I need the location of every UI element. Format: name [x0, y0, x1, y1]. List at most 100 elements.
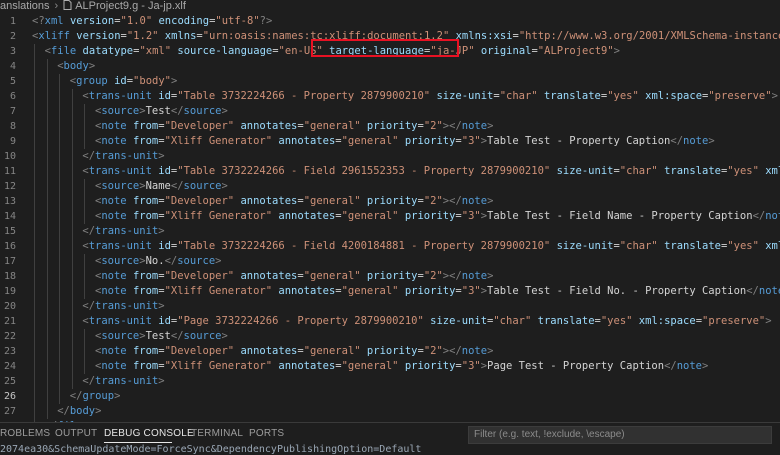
code-token: id	[158, 315, 171, 327]
code-line[interactable]: 16 <trans-unit id="Table 3732224266 - Fie…	[0, 239, 780, 254]
code-token: xmlns:xsi	[455, 30, 513, 42]
code-token: note	[101, 120, 127, 132]
code-token: from	[132, 270, 159, 282]
code-token: </	[170, 105, 184, 117]
code-token: >	[114, 390, 121, 402]
indent-guide	[46, 209, 48, 224]
code-line[interactable]: 5 <group id="body">	[0, 74, 780, 89]
indent-guide	[34, 374, 35, 389]
code-line[interactable]: 27 </body>	[0, 404, 780, 419]
code-token: group	[76, 75, 108, 87]
code-token: "Table 3732224266 - Field 4200184881 - P…	[177, 240, 551, 252]
code-line[interactable]: 13 <note from="Developer" annotates="gene…	[0, 194, 780, 209]
indent-guide	[59, 299, 61, 314]
code-line[interactable]: 12 <source>Name</source>	[0, 179, 780, 194]
line-number: 14	[3, 211, 16, 222]
code-text: <group id="body">	[70, 74, 178, 89]
code-token: trans-unit	[88, 165, 152, 177]
indent-guide	[34, 44, 35, 59]
line-number: 19	[3, 286, 16, 297]
indent-guide	[34, 104, 35, 119]
code-text: <body>	[57, 59, 95, 74]
indent-guide	[46, 359, 48, 374]
console-output: 2074ea30&SchemaUpdateMode=ForceSync&Depe…	[0, 444, 422, 455]
tab-terminal[interactable]: TERMINAL	[191, 428, 243, 439]
code-text: <source>Test</source>	[95, 104, 228, 119]
line-number: 13	[3, 196, 16, 207]
code-line[interactable]: 17 <source>No.</source>	[0, 254, 780, 269]
code-token: "2"	[423, 270, 443, 282]
line-number: 4	[9, 61, 16, 72]
indent-guide	[59, 179, 61, 194]
indent-guide	[46, 269, 48, 284]
indent-guide	[59, 104, 61, 119]
code-editor[interactable]: 1 <?xml version="1.0" encoding="utf-8"?> 2…	[0, 14, 780, 422]
code-line[interactable]: 4 <body>	[0, 59, 780, 74]
code-token: <?	[32, 15, 45, 27]
code-token: "preserve"	[708, 90, 772, 102]
indent-guide	[59, 134, 61, 149]
code-line[interactable]: 19 <note from="Xliff Generator" annotates…	[0, 284, 780, 299]
code-token: version	[69, 15, 115, 27]
indent-guide	[71, 89, 73, 104]
code-text: <trans-unit id="Table 3732224266 - Prope…	[82, 89, 778, 104]
code-text: </trans-unit>	[82, 299, 164, 314]
code-line[interactable]: 10 </trans-unit>	[0, 149, 780, 164]
code-token: </	[170, 180, 184, 192]
breadcrumb-folder[interactable]: anslations	[0, 0, 50, 13]
code-line[interactable]: 24 <note from="Xliff Generator" annotates…	[0, 359, 780, 374]
code-line[interactable]: 22 <source>Test</source>	[0, 329, 780, 344]
code-line[interactable]: 21 <trans-unit id="Page 3732224266 - Prop…	[0, 314, 780, 329]
code-text: </body>	[57, 404, 101, 419]
code-token: xml:space	[765, 165, 780, 177]
code-token: priority	[366, 270, 418, 282]
indent-guide	[59, 374, 61, 389]
code-text: <?xml version="1.0" encoding="utf-8"?>	[32, 14, 272, 29]
indent-guide	[71, 254, 73, 269]
indent-guide	[46, 239, 48, 254]
code-token: "xml"	[139, 45, 172, 57]
filter-input[interactable]: Filter (e.g. text, !exclude, \escape)	[468, 426, 772, 444]
code-line[interactable]: 11 <trans-unit id="Table 3732224266 - Fie…	[0, 164, 780, 179]
code-token: "1.2"	[126, 30, 159, 42]
code-token: </	[664, 360, 677, 372]
code-token: >	[702, 360, 709, 372]
code-text: <note from="Xliff Generator" annotates="…	[95, 134, 715, 149]
indent-guide	[71, 344, 73, 359]
tab-ports[interactable]: PORTS	[249, 428, 284, 439]
tab-debug-console[interactable]: DEBUG CONSOLE	[104, 428, 194, 439]
breadcrumb-file[interactable]: ALProject9.g - Ja-jp.xlf	[75, 0, 186, 13]
indent-guide	[46, 404, 48, 419]
code-line[interactable]: 1 <?xml version="1.0" encoding="utf-8"?>	[0, 14, 780, 29]
code-line[interactable]: 25 </trans-unit>	[0, 374, 780, 389]
code-line[interactable]: 7 <source>Test</source>	[0, 104, 780, 119]
code-line[interactable]: 20 </trans-unit>	[0, 299, 780, 314]
indent-guide	[59, 329, 61, 344]
code-token: </	[752, 210, 766, 222]
code-line[interactable]: 26 </group>	[0, 389, 780, 404]
indent-guide	[71, 299, 73, 314]
tab-output[interactable]: OUTPUT	[55, 428, 97, 439]
code-token: note	[765, 210, 780, 222]
code-line[interactable]: 9 <note from="Xliff Generator" annotates=…	[0, 134, 780, 149]
line-number: 10	[3, 151, 16, 162]
code-token: "1.0"	[120, 15, 153, 27]
indent-guide	[59, 209, 61, 224]
code-line[interactable]: 15 </trans-unit>	[0, 224, 780, 239]
code-token: xmlns	[164, 30, 197, 42]
code-line[interactable]: 8 <note from="Developer" annotates="gener…	[0, 119, 780, 134]
code-token: source	[183, 105, 222, 117]
code-token: translate	[664, 165, 721, 177]
code-line[interactable]: 18 <note from="Developer" annotates="gene…	[0, 269, 780, 284]
code-token: </	[57, 405, 70, 417]
line-number: 7	[9, 106, 16, 117]
code-token: </	[82, 375, 96, 387]
tab-problems[interactable]: ROBLEMS	[0, 428, 50, 439]
code-line[interactable]: 23 <note from="Developer" annotates="gene…	[0, 344, 780, 359]
code-token: >	[708, 135, 715, 147]
code-token: >	[221, 180, 228, 192]
code-line[interactable]: 6 <trans-unit id="Table 3732224266 - Prop…	[0, 89, 780, 104]
code-line[interactable]: 14 <note from="Xliff Generator" annotates…	[0, 209, 780, 224]
code-token: note	[101, 270, 127, 282]
code-text: <source>Test</source>	[95, 329, 228, 344]
